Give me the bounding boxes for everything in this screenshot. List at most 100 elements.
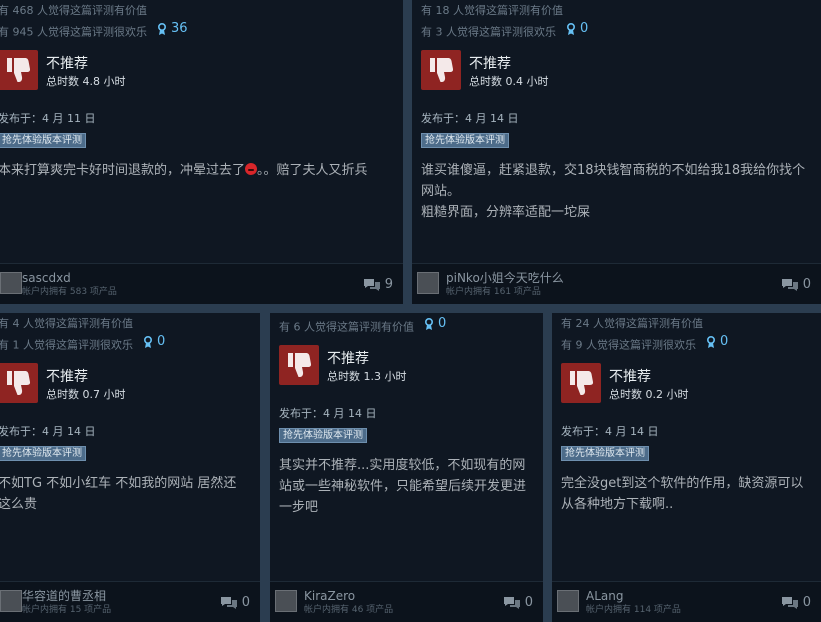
comment-count: 0 — [802, 595, 811, 610]
review-footer: sascdxd 帐户内拥有 583 项产品 9 — [0, 263, 403, 304]
playtime: 总时数 0.2 小时 — [609, 387, 689, 401]
username[interactable]: 华容道的曹丞相 — [22, 589, 106, 603]
comment-bubbles-icon — [363, 279, 380, 291]
award-button[interactable]: 0 — [706, 333, 728, 351]
comments-button[interactable]: 0 — [781, 277, 811, 292]
award-button[interactable]: 0 — [566, 20, 588, 38]
review-card: 有 18 人觉得这篇评测有价值 有 3 人觉得这篇评测很欢乐 0 不推荐 总时数 … — [412, 0, 821, 304]
early-access-badge: 抢先体验版本评测 — [279, 427, 367, 443]
products-owned: 帐户内拥有 114 项产品 — [586, 605, 681, 615]
review-text-continued: 。。赔了夫人又折兵 — [257, 162, 368, 178]
posted-date: 发布于：4 月 11 日 — [0, 111, 96, 125]
comments-button[interactable]: 0 — [503, 595, 533, 610]
award-ribbon-icon — [707, 335, 715, 348]
recommendation[interactable]: 不推荐 总时数 4.8 小时 — [0, 49, 403, 90]
playtime: 总时数 4.8 小时 — [46, 74, 126, 88]
thumbs-down-icon — [561, 362, 601, 403]
comment-count: 0 — [241, 595, 250, 610]
comment-count: 0 — [802, 277, 811, 292]
username[interactable]: ALang — [586, 589, 623, 603]
playtime: 总时数 1.3 小时 — [327, 369, 407, 383]
recommendation-title: 不推荐 — [469, 55, 511, 72]
funny-count: 有 1 人觉得这篇评测很欢乐 — [0, 338, 133, 352]
helpful-count: 有 468 人觉得这篇评测有价值 — [0, 4, 147, 17]
thumbs-down-icon — [0, 362, 38, 403]
username[interactable]: sascdxd — [22, 271, 71, 285]
comments-button[interactable]: 0 — [220, 595, 250, 610]
early-access-badge: 抢先体验版本评测 — [0, 132, 86, 148]
review-footer: piNko小姐今天吃什么 帐户内拥有 161 项产品 0 — [412, 263, 821, 304]
funny-count: 有 3 人觉得这篇评测很欢乐 — [421, 25, 556, 39]
avatar[interactable] — [557, 590, 579, 612]
playtime: 总时数 0.4 小时 — [469, 74, 549, 88]
posted-date: 发布于：4 月 14 日 — [279, 406, 377, 420]
recommendation-title: 不推荐 — [46, 368, 88, 385]
posted-date: 发布于：4 月 14 日 — [0, 424, 96, 438]
review-text: 本来打算爽完卡好时间退款的，冲晕过去了 — [0, 162, 246, 178]
award-count: 0 — [157, 334, 166, 349]
comment-bubbles-icon — [781, 279, 798, 291]
review-content: 其实并不推荐...实用度较低，不如现有的网站或一些神秘软件，只能希望后续开发更进… — [279, 457, 527, 515]
thumbs-down-icon — [421, 49, 461, 90]
thumbs-down-icon — [0, 49, 38, 90]
early-access-badge: 抢先体验版本评测 — [421, 132, 509, 148]
comment-count: 9 — [384, 277, 393, 292]
award-count: 36 — [171, 21, 188, 36]
helpful-count: 有 24 人觉得这篇评测有价值 — [561, 317, 703, 330]
comment-bubbles-icon — [781, 597, 798, 609]
helpful-count: 有 6 人觉得这篇评测有价值 — [279, 320, 414, 334]
comment-bubbles-icon — [220, 597, 237, 609]
early-access-badge: 抢先体验版本评测 — [561, 445, 649, 461]
recommendation-title: 不推荐 — [46, 55, 88, 72]
award-ribbon-icon — [158, 22, 166, 35]
award-button[interactable]: 36 — [157, 20, 188, 38]
angry-face-emoji-icon — [245, 162, 258, 175]
review-card: 有 4 人觉得这篇评测有价值 有 1 人觉得这篇评测很欢乐 0 不推荐 总时数 0… — [0, 313, 260, 622]
review-content: 谁买谁傻逼，赶紧退款，交18块钱智商税的不如给我18我给你找个网站。 粗糙界面，… — [421, 162, 806, 220]
playtime: 总时数 0.7 小时 — [46, 387, 126, 401]
avatar[interactable] — [275, 590, 297, 612]
products-owned: 帐户内拥有 583 项产品 — [22, 287, 117, 297]
recommendation[interactable]: 不推荐 总时数 0.7 小时 — [0, 362, 260, 403]
recommendation-title: 不推荐 — [327, 350, 369, 367]
products-owned: 帐户内拥有 161 项产品 — [446, 287, 541, 297]
award-button[interactable]: 0 — [424, 315, 446, 333]
avatar[interactable] — [0, 590, 22, 612]
award-ribbon-icon — [567, 22, 575, 35]
posted-date: 发布于：4 月 14 日 — [561, 424, 659, 438]
avatar[interactable] — [417, 272, 439, 294]
username[interactable]: KiraZero — [304, 589, 355, 603]
recommendation[interactable]: 不推荐 总时数 0.4 小时 — [421, 49, 821, 90]
award-ribbon-icon — [425, 317, 433, 330]
early-access-badge: 抢先体验版本评测 — [0, 445, 86, 461]
review-card: 有 6 人觉得这篇评测有价值 0 不推荐 总时数 1.3 小时 发布于：4 月 1… — [270, 313, 543, 622]
comment-count: 0 — [524, 595, 533, 610]
comments-button[interactable]: 9 — [363, 277, 393, 292]
review-footer: ALang 帐户内拥有 114 项产品 0 — [552, 581, 821, 622]
avatar[interactable] — [0, 272, 22, 294]
review-footer: 华容道的曹丞相 帐户内拥有 15 项产品 0 — [0, 581, 260, 622]
recommendation-title: 不推荐 — [609, 368, 651, 385]
review-content: 不如TG 不如小红车 不如我的网站 居然还这么贵 — [0, 475, 237, 512]
helpful-count: 有 4 人觉得这篇评测有价值 — [0, 317, 133, 330]
helpful-count: 有 18 人觉得这篇评测有价值 — [421, 4, 563, 17]
award-count: 0 — [438, 316, 447, 331]
review-footer: KiraZero 帐户内拥有 46 项产品 0 — [270, 581, 543, 622]
comment-bubbles-icon — [503, 597, 520, 609]
recommendation[interactable]: 不推荐 总时数 0.2 小时 — [561, 362, 821, 403]
products-owned: 帐户内拥有 15 项产品 — [22, 605, 112, 615]
review-content: 本来打算爽完卡好时间退款的，冲晕过去了 。。赔了夫人又折兵 — [0, 160, 403, 181]
award-button[interactable]: 0 — [143, 333, 165, 351]
award-count: 0 — [720, 334, 729, 349]
thumbs-down-icon — [279, 344, 319, 385]
products-owned: 帐户内拥有 46 项产品 — [304, 605, 394, 615]
funny-count: 有 9 人觉得这篇评测很欢乐 — [561, 338, 696, 352]
review-card: 有 468 人觉得这篇评测有价值 有 945 人觉得这篇评测很欢乐 36 不推荐 … — [0, 0, 403, 304]
review-card: 有 24 人觉得这篇评测有价值 有 9 人觉得这篇评测很欢乐 0 不推荐 总时数 … — [552, 313, 821, 622]
username[interactable]: piNko小姐今天吃什么 — [446, 271, 564, 285]
comments-button[interactable]: 0 — [781, 595, 811, 610]
recommendation[interactable]: 不推荐 总时数 1.3 小时 — [279, 344, 543, 385]
review-content: 完全没get到这个软件的作用，缺资源可以从各种地方下载啊.. — [561, 475, 804, 512]
award-count: 0 — [580, 21, 589, 36]
funny-count: 有 945 人觉得这篇评测很欢乐 — [0, 25, 147, 39]
